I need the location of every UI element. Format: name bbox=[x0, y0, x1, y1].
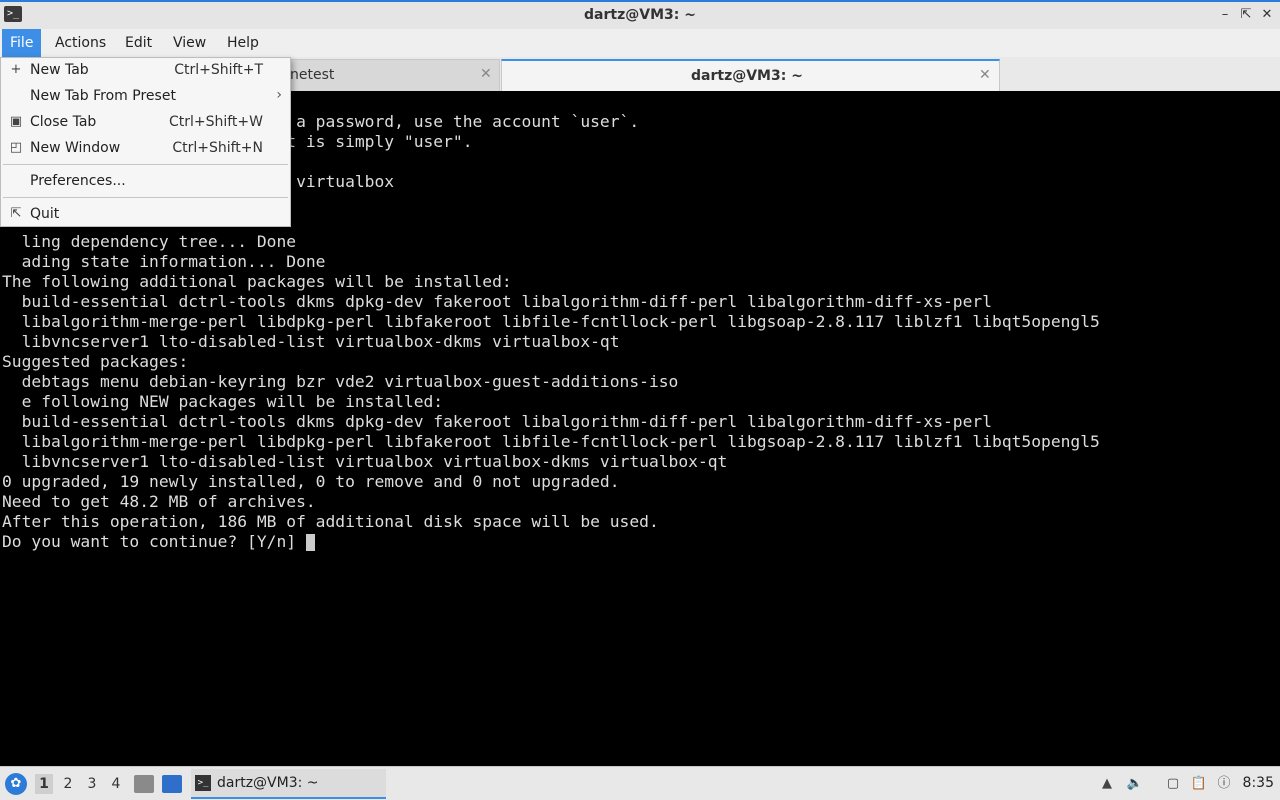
close-window-button[interactable]: ✕ bbox=[1257, 6, 1277, 24]
volume-icon[interactable]: 🔈 bbox=[1126, 775, 1144, 793]
menu-item-shortcut: Ctrl+Shift+T bbox=[174, 62, 263, 78]
terminal-line: ading state information... Done bbox=[2, 252, 326, 271]
show-desktop-icon[interactable] bbox=[162, 775, 182, 793]
terminal-line: libalgorithm-merge-perl libdpkg-perl lib… bbox=[2, 312, 1100, 331]
menu-file[interactable]: File bbox=[2, 29, 42, 57]
network-icon[interactable]: ▢ bbox=[1164, 775, 1182, 793]
prompt-text: Do you want to continue? [Y/n] bbox=[2, 532, 306, 551]
menu-edit[interactable]: Edit bbox=[117, 29, 160, 57]
menu-item-preferences[interactable]: Preferences... bbox=[1, 169, 290, 195]
menu-item-shortcut: Ctrl+Shift+N bbox=[172, 140, 263, 156]
clock[interactable]: 8:35 bbox=[1243, 775, 1274, 791]
tab-dartz-vm3[interactable]: dartz@VM3: ~ ✕ bbox=[501, 59, 1000, 91]
menu-actions[interactable]: Actions bbox=[47, 29, 114, 57]
menu-view[interactable]: View bbox=[165, 29, 214, 57]
close-tab-icon[interactable]: ✕ bbox=[480, 66, 492, 82]
terminal-line: libvncserver1 lto-disabled-list virtualb… bbox=[2, 452, 728, 471]
update-icon[interactable]: ▲ bbox=[1098, 775, 1116, 793]
start-menu-icon[interactable]: ✿ bbox=[5, 773, 27, 795]
terminal-line: Suggested packages: bbox=[2, 352, 189, 371]
desktop-1[interactable]: 1 bbox=[35, 774, 53, 794]
taskbar: ✿ 1 2 3 4 >_ dartz@VM3: ~ ▲ 🔈 ▢ 📋 ⓘ 8:35 bbox=[0, 766, 1280, 800]
taskbar-window-button[interactable]: >_ dartz@VM3: ~ bbox=[191, 769, 386, 799]
menu-item-label: New Tab From Preset bbox=[30, 88, 176, 104]
menu-item-new-tab[interactable]: + New Tab Ctrl+Shift+T bbox=[1, 58, 290, 84]
close-tab-icon: ▣ bbox=[9, 114, 23, 129]
terminal-line: ling dependency tree... Done bbox=[2, 232, 297, 251]
file-menu-dropdown: + New Tab Ctrl+Shift+T New Tab From Pres… bbox=[0, 57, 291, 227]
desktop-2[interactable]: 2 bbox=[59, 774, 77, 794]
terminal-line: After this operation, 186 MB of addition… bbox=[2, 512, 659, 531]
file-manager-icon[interactable] bbox=[134, 775, 154, 793]
menu-item-label: Close Tab bbox=[30, 114, 97, 130]
taskbar-window-label: dartz@VM3: ~ bbox=[217, 775, 319, 791]
close-tab-icon[interactable]: ✕ bbox=[979, 67, 991, 83]
terminal-line: libalgorithm-merge-perl libdpkg-perl lib… bbox=[2, 432, 1100, 451]
clipboard-icon[interactable]: 📋 bbox=[1190, 775, 1208, 793]
menu-separator bbox=[3, 164, 288, 165]
terminal-line: 0 upgraded, 19 newly installed, 0 to rem… bbox=[2, 472, 620, 491]
terminal-line: e following NEW packages will be install… bbox=[2, 392, 444, 411]
terminal-line: Need to get 48.2 MB of archives. bbox=[2, 492, 316, 511]
desktop-3[interactable]: 3 bbox=[83, 774, 101, 794]
terminal-line: libvncserver1 lto-disabled-list virtualb… bbox=[2, 332, 620, 351]
menu-separator bbox=[3, 197, 288, 198]
menu-item-quit[interactable]: ⇱ Quit bbox=[1, 202, 290, 228]
submenu-arrow-icon: › bbox=[276, 87, 282, 103]
menu-item-label: Quit bbox=[30, 206, 60, 222]
quit-icon: ⇱ bbox=[10, 206, 22, 221]
minimize-button[interactable]: – bbox=[1215, 6, 1235, 24]
menu-help[interactable]: Help bbox=[219, 29, 267, 57]
menu-item-new-tab-from-preset[interactable]: New Tab From Preset › bbox=[1, 84, 290, 110]
menu-bar: File Actions Edit View Help bbox=[0, 29, 1280, 57]
menu-item-label: New Tab bbox=[30, 62, 89, 78]
tab-label: netest bbox=[290, 67, 335, 83]
terminal-line: debtags menu debian-keyring bzr vde2 vir… bbox=[2, 372, 679, 391]
menu-item-close-tab[interactable]: ▣ Close Tab Ctrl+Shift+W bbox=[1, 110, 290, 136]
notification-icon[interactable]: ⓘ bbox=[1215, 775, 1233, 793]
new-window-icon: ◰ bbox=[9, 140, 23, 155]
terminal-prompt-line: Do you want to continue? [Y/n] bbox=[2, 532, 315, 552]
plus-icon: + bbox=[10, 62, 22, 77]
desktop-4[interactable]: 4 bbox=[107, 774, 125, 794]
menu-item-label: New Window bbox=[30, 140, 121, 156]
window-title: dartz@VM3: ~ bbox=[584, 7, 696, 23]
window-titlebar[interactable]: >_ dartz@VM3: ~ – ⇱ ✕ bbox=[0, 0, 1280, 29]
text-cursor bbox=[305, 534, 315, 551]
terminal-app-icon: >_ bbox=[195, 775, 211, 791]
tab-label: dartz@VM3: ~ bbox=[691, 68, 803, 84]
menu-item-label: Preferences... bbox=[30, 173, 126, 189]
terminal-line: build-essential dctrl-tools dkms dpkg-de… bbox=[2, 292, 993, 311]
menu-item-shortcut: Ctrl+Shift+W bbox=[168, 114, 263, 130]
maximize-button[interactable]: ⇱ bbox=[1236, 6, 1256, 24]
terminal-line: build-essential dctrl-tools dkms dpkg-de… bbox=[2, 412, 993, 431]
terminal-line: The following additional packages will b… bbox=[2, 272, 512, 291]
menu-item-new-window[interactable]: ◰ New Window Ctrl+Shift+N bbox=[1, 136, 290, 162]
